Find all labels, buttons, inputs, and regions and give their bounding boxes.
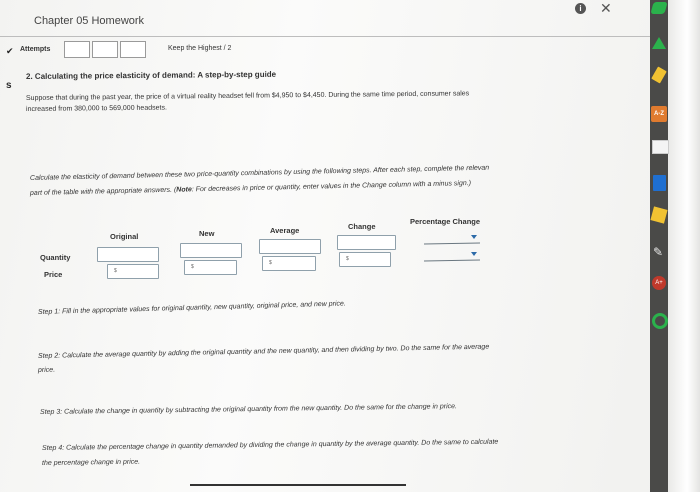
side-marker: s [6,80,12,91]
right-toolbar [668,0,700,492]
instructions-line-1: Calculate the elasticity of demand betwe… [29,164,490,182]
assistant-icon[interactable]: A+ [652,276,666,290]
book-icon[interactable] [653,175,666,191]
instructions-note: Note [176,186,192,194]
dollar-prefix: $ [114,268,117,274]
header-divider [0,36,660,37]
step-2-text: Step 2: Calculate the average quantity b… [37,343,490,360]
step-4-text-cont: the percentage change in price. [41,458,141,467]
attempt-box [92,41,118,58]
attempt-box [120,41,146,58]
instructions-part-b: : For decreases in price or quantity, en… [191,179,472,194]
row-label-price: Price [44,270,63,279]
instructions-line-2: part of the table with the appropriate a… [30,180,471,197]
homework-page: Chapter 05 Homework i ✕ ✔ Attempts Keep … [0,0,668,492]
dictionary-icon[interactable]: ✎ [653,246,665,258]
intro-line-1: Suppose that during the past year, the p… [25,90,470,102]
step-3-text: Step 3: Calculate the change in quantity… [39,403,458,416]
step-2-text-cont: price. [37,366,56,374]
col-header-original: Original [110,232,139,241]
col-header-change: Change [348,222,376,231]
chevron-down-icon[interactable]: ✔ [6,46,14,57]
col-header-percentage-change: Percentage Change [410,217,481,226]
dollar-prefix: $ [191,264,194,270]
mastery-icon[interactable] [652,37,666,49]
price-original-input[interactable]: $ [107,264,159,279]
attempt-box [64,41,90,58]
price-average-input[interactable]: $ [262,256,316,271]
quantity-change-input[interactable] [337,235,396,250]
step-1-text: Step 1: Fill in the appropriate values f… [37,300,346,316]
page-title: Chapter 05 Homework [34,15,145,27]
notes-icon[interactable] [652,140,669,154]
question-heading: 2. Calculating the price elasticity of d… [25,69,277,81]
dollar-prefix: $ [269,260,272,266]
glossary-icon[interactable]: A-Z [651,106,667,122]
step-4-text: Step 4: Calculate the percentage change … [41,438,499,452]
chevron-down-icon[interactable] [471,252,477,256]
close-icon[interactable]: ✕ [600,0,612,17]
col-header-average: Average [270,226,300,235]
scroll-indicator [190,484,406,486]
dollar-prefix: $ [346,256,349,262]
quantity-percentage-dropdown[interactable] [423,242,481,245]
instructions-part-a: part of the table with the appropriate a… [29,186,177,197]
quantity-original-input[interactable] [97,247,159,262]
keep-highest-label: Keep the Highest / 2 [168,45,232,52]
attempts-label: Attempts [20,46,51,53]
status-circle-icon[interactable] [652,313,668,329]
row-label-quantity: Quantity [40,253,71,262]
price-new-input[interactable]: $ [184,260,237,275]
info-icon[interactable]: i [575,3,586,14]
price-percentage-dropdown[interactable] [423,259,481,262]
quantity-new-input[interactable] [180,243,242,258]
col-header-new: New [199,229,215,238]
quantity-average-input[interactable] [259,239,321,254]
intro-line-2: increased from 380,000 to 569,000 headse… [25,104,167,113]
chevron-down-icon[interactable] [471,235,477,239]
price-change-input[interactable]: $ [339,252,391,267]
